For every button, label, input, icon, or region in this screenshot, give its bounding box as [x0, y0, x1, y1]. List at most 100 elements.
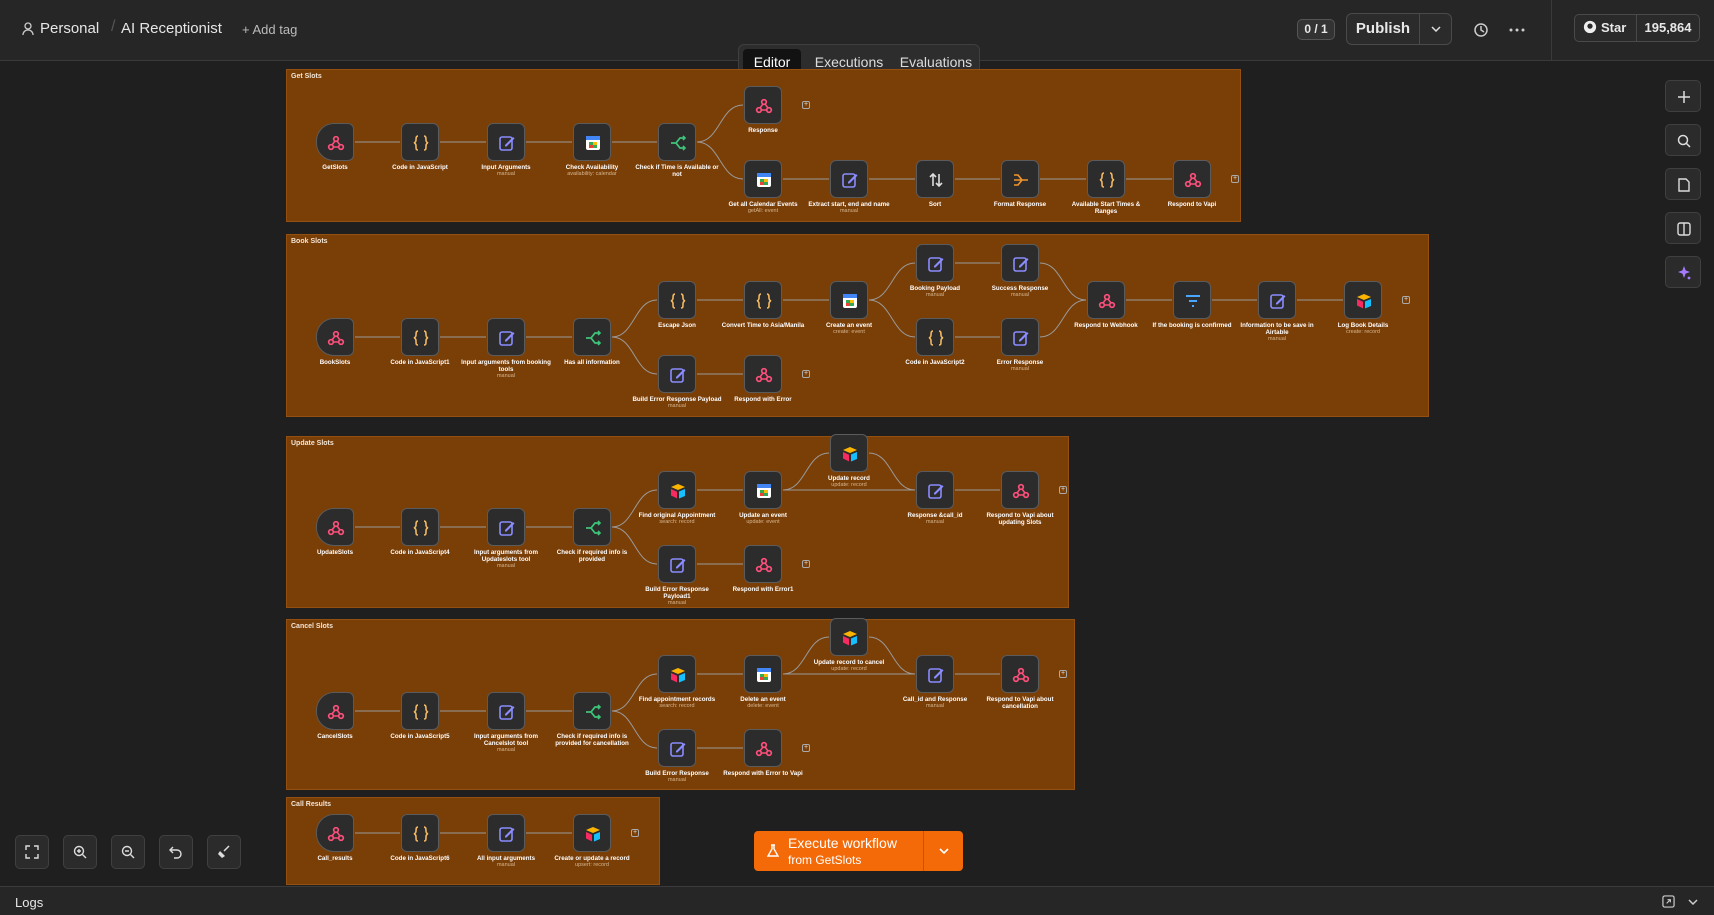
add-connection-button[interactable]: +: [1059, 670, 1067, 678]
node-name: Find original Appointment: [638, 512, 716, 519]
node-label: Sort: [890, 201, 980, 208]
workflow-node[interactable]: [1173, 281, 1211, 319]
workflow-node[interactable]: [487, 318, 525, 356]
workflow-node[interactable]: [487, 814, 525, 852]
add-node-button[interactable]: [1665, 80, 1701, 112]
node-label: Booking Payload manual: [890, 285, 980, 299]
workflow-node[interactable]: [1087, 160, 1125, 198]
workflow-node[interactable]: [744, 281, 782, 319]
add-connection-button[interactable]: +: [802, 560, 810, 568]
workflow-node[interactable]: [316, 123, 354, 161]
node-label: Check Availability availability: calendar: [547, 164, 637, 178]
connection-wire[interactable]: [611, 336, 658, 375]
node-name: Has all information: [564, 359, 620, 366]
node-name: Get all Calendar Events: [728, 201, 798, 208]
ai-assistant-button[interactable]: [1665, 256, 1701, 288]
workflow-node[interactable]: [1001, 160, 1039, 198]
workflow-node[interactable]: [744, 160, 782, 198]
workflow-node[interactable]: [658, 471, 696, 509]
workflow-node[interactable]: [658, 729, 696, 767]
workflow-node[interactable]: [487, 508, 525, 546]
toggle-panel-button[interactable]: [1665, 212, 1701, 244]
execute-options-button[interactable]: [923, 831, 963, 871]
workflow-node[interactable]: [916, 318, 954, 356]
node-name: Success Response: [991, 285, 1049, 292]
workflow-node[interactable]: [573, 508, 611, 546]
workflow-node[interactable]: [830, 281, 868, 319]
workflow-node[interactable]: [744, 471, 782, 509]
execute-workflow-button[interactable]: Execute workflow from GetSlots: [754, 831, 963, 871]
workflow-node[interactable]: [1001, 244, 1039, 282]
logs-panel[interactable]: Logs: [0, 886, 1714, 915]
workflow-node[interactable]: [916, 655, 954, 693]
add-connection-button[interactable]: +: [802, 744, 810, 752]
add-connection-button[interactable]: +: [1059, 486, 1067, 494]
workflow-node[interactable]: [401, 123, 439, 161]
workflow-node[interactable]: [401, 814, 439, 852]
workflow-node[interactable]: [1001, 318, 1039, 356]
workflow-node[interactable]: [316, 508, 354, 546]
sticky-note-button[interactable]: [1665, 168, 1701, 200]
workflow-node[interactable]: [658, 655, 696, 693]
workflow-node[interactable]: [1258, 281, 1296, 319]
undo-button[interactable]: [159, 835, 193, 869]
tidy-up-button[interactable]: [207, 835, 241, 869]
workflow-node[interactable]: [1087, 281, 1125, 319]
pop-out-icon[interactable]: [1662, 895, 1675, 908]
workflow-node[interactable]: [916, 471, 954, 509]
workflow-node[interactable]: [316, 692, 354, 730]
add-connection-button[interactable]: +: [1402, 296, 1410, 304]
workflow-node[interactable]: [744, 86, 782, 124]
chevron-down-icon[interactable]: [1688, 899, 1698, 905]
edit-icon: [928, 668, 944, 683]
fit-view-button[interactable]: [15, 835, 49, 869]
workflow-node[interactable]: [573, 692, 611, 730]
workflow-node[interactable]: [401, 692, 439, 730]
workflow-node[interactable]: [487, 123, 525, 161]
connection-wire[interactable]: [696, 104, 744, 143]
workflow-node[interactable]: [658, 355, 696, 393]
workflow-node[interactable]: [573, 814, 611, 852]
workflow-node[interactable]: [316, 318, 354, 356]
add-connection-button[interactable]: +: [802, 101, 810, 109]
workflow-node[interactable]: [658, 545, 696, 583]
workflow-node[interactable]: [573, 318, 611, 356]
workflow-node[interactable]: [744, 545, 782, 583]
node-name: Update record to cancel: [813, 659, 885, 666]
node-name: Code in JavaScript4: [390, 549, 450, 556]
workflow-node[interactable]: [487, 692, 525, 730]
connection-wire[interactable]: [1039, 299, 1087, 338]
workflow-node[interactable]: [830, 434, 868, 472]
workflow-node[interactable]: [1344, 281, 1382, 319]
workflow-node[interactable]: [316, 814, 354, 852]
workflow-node[interactable]: [658, 123, 696, 161]
node-name: Log Book Details: [1337, 322, 1389, 329]
filter-icon: [1186, 295, 1200, 307]
search-nodes-button[interactable]: [1665, 124, 1701, 156]
workflow-node[interactable]: [1173, 160, 1211, 198]
edit-icon: [499, 705, 515, 720]
sticky-note-icon: [1678, 178, 1690, 192]
workflow-node[interactable]: [1001, 471, 1039, 509]
connection-wire[interactable]: [611, 299, 658, 338]
add-connection-button[interactable]: +: [1231, 175, 1239, 183]
workflow-node[interactable]: [916, 244, 954, 282]
zoom-in-button[interactable]: [63, 835, 97, 869]
workflow-node[interactable]: [916, 160, 954, 198]
webhook-icon: [1012, 667, 1030, 683]
workflow-node[interactable]: [658, 281, 696, 319]
add-connection-button[interactable]: +: [802, 370, 810, 378]
workflow-node[interactable]: [744, 729, 782, 767]
workflow-node[interactable]: [744, 355, 782, 393]
workflow-node[interactable]: [1001, 655, 1039, 693]
workflow-node[interactable]: [401, 508, 439, 546]
workflow-node[interactable]: [830, 160, 868, 198]
zoom-out-button[interactable]: [111, 835, 145, 869]
workflow-node[interactable]: [573, 123, 611, 161]
workflow-node[interactable]: [401, 318, 439, 356]
node-operation: manual: [925, 292, 945, 298]
workflow-node[interactable]: [744, 655, 782, 693]
workflow-node[interactable]: [830, 618, 868, 656]
add-connection-button[interactable]: +: [631, 829, 639, 837]
node-label: All input arguments manual: [461, 855, 551, 869]
